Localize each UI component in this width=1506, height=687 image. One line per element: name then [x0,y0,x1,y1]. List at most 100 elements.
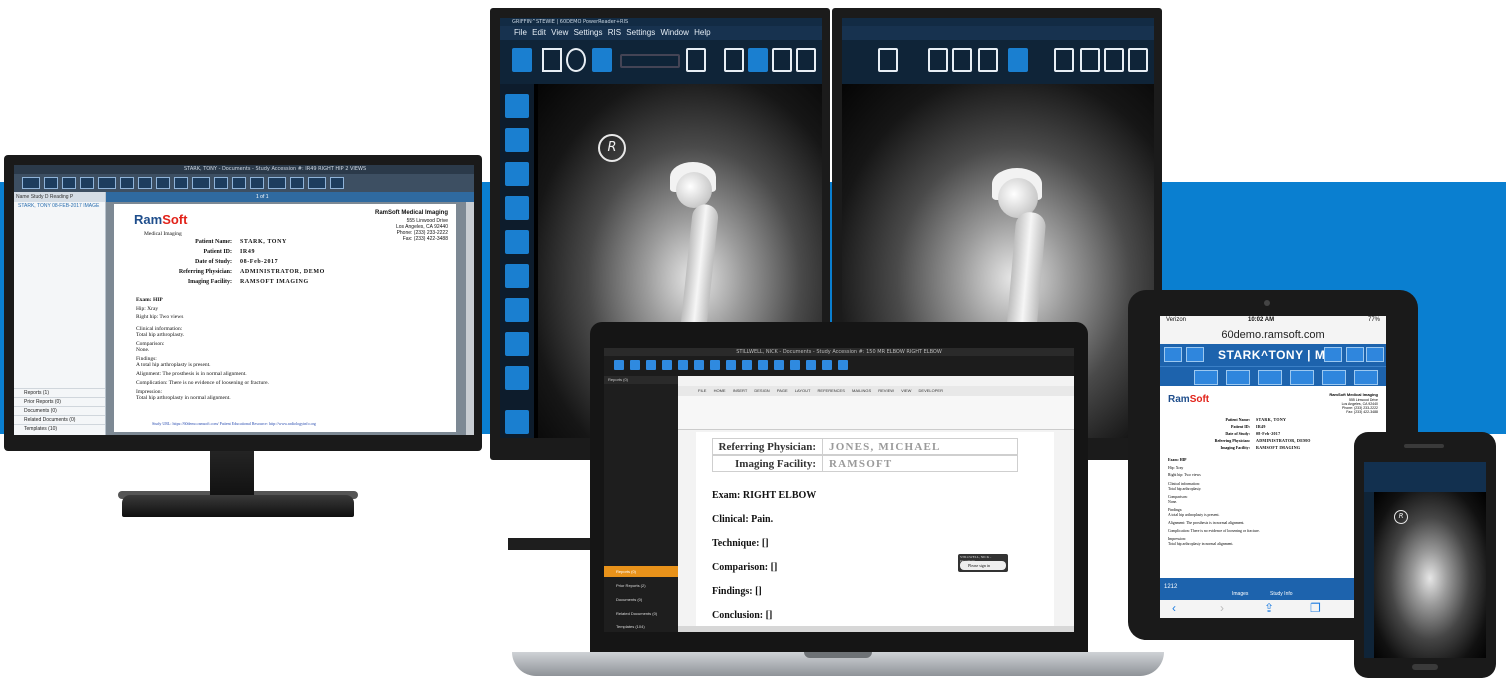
back-icon[interactable] [1186,347,1204,362]
mail-icon[interactable] [1324,347,1342,362]
scale-icon[interactable] [978,48,998,72]
study-info-tab[interactable]: Study Info [1270,591,1293,597]
phone-home-button[interactable] [1412,664,1438,670]
toolbar-button[interactable] [98,177,116,189]
angle-icon[interactable] [542,48,562,72]
menu-file[interactable]: File [514,28,527,37]
toolbar-button[interactable] [308,177,326,189]
toolbar-button[interactable] [80,177,94,189]
next-icon[interactable] [1366,347,1384,362]
toolbar-button[interactable] [250,177,264,189]
check-icon[interactable] [1104,48,1124,72]
tab-references[interactable]: REFERENCES [818,388,845,393]
toolbar-button[interactable] [192,177,210,189]
toolbar-button[interactable] [774,360,784,370]
scrollbar[interactable] [466,202,474,435]
previous-icon[interactable] [1346,347,1364,362]
contrast-icon[interactable] [1322,370,1346,385]
study-row[interactable]: STARK, TONY 08-FEB-2017 IMAGE [14,202,105,210]
bookmarks-icon[interactable]: ❐ [1310,601,1321,615]
nav-reports[interactable]: Reports (0) [604,566,678,577]
close-icon[interactable] [796,48,816,72]
back-icon[interactable] [1054,48,1074,72]
share-icon[interactable]: ⇪ [1264,601,1274,615]
toolbar-button[interactable] [138,177,152,189]
toolbar-button[interactable] [62,177,76,189]
toolbar-button[interactable] [268,177,286,189]
tab-developer[interactable]: DEVELOPER [919,388,943,393]
toolbar-button[interactable] [710,360,720,370]
layout-icon[interactable] [505,94,529,118]
toolbar-button[interactable] [120,177,134,189]
tile-layout-icon[interactable] [952,48,972,72]
menu-view[interactable]: View [551,28,568,37]
toolbar-button[interactable] [678,360,688,370]
toolbar-button[interactable] [646,360,656,370]
toolbar-button[interactable] [630,360,640,370]
nav-documents[interactable]: Documents (0) [604,594,678,605]
grid-layout-icon[interactable] [928,48,948,72]
menu-icon[interactable] [1164,347,1182,362]
menu-edit[interactable]: Edit [532,28,546,37]
menu-window[interactable]: Window [660,28,688,37]
menu-ris-settings[interactable]: RIS Settings [608,28,655,37]
toolbar-button[interactable] [156,177,170,189]
dictate-icon[interactable] [748,48,768,72]
toolbar-button[interactable] [838,360,848,370]
ruler-icon[interactable] [512,48,532,72]
tab-file[interactable]: FILE [698,388,706,393]
flip-icon[interactable] [1226,370,1250,385]
nav-prior-reports[interactable]: Prior Reports (0) [14,397,105,406]
tab-home[interactable]: HOME [714,388,726,393]
magnify-icon[interactable] [505,162,529,186]
please-sign-in-button[interactable]: Please sign in [960,561,1006,570]
toolbar-button[interactable] [726,360,736,370]
toolbar-button[interactable] [790,360,800,370]
contrast-icon[interactable] [505,298,529,322]
report-icon[interactable] [724,48,744,72]
tab-insert[interactable]: INSERT [733,388,748,393]
nav-templates[interactable]: Templates (104) [604,621,678,632]
menu-help[interactable]: Help [694,28,710,37]
tab-view[interactable]: VIEW [901,388,911,393]
nav-related-documents[interactable]: Related Documents (0) [14,415,105,424]
reset-icon[interactable] [1354,370,1378,385]
pointer-icon[interactable] [505,128,529,152]
toolbar-button[interactable] [214,177,228,189]
layout-icon[interactable] [1194,370,1218,385]
toolbar-button[interactable] [174,177,188,189]
url-bar[interactable]: 60demo.ramsoft.com [1160,326,1386,344]
expand-icon[interactable] [1290,370,1314,385]
window-level-icon[interactable] [592,48,612,72]
pan-hand-icon[interactable] [505,230,529,254]
close-icon[interactable] [1128,48,1148,72]
toolbar-button[interactable] [330,177,344,189]
toolbar-button[interactable] [758,360,768,370]
menu-settings[interactable]: Settings [574,28,603,37]
toolbar-button[interactable] [22,177,40,189]
nav-prior-reports[interactable]: Prior Reports (2) [604,580,678,591]
browser-forward-icon[interactable]: › [1220,601,1224,615]
tab-design[interactable]: DESIGN [754,388,769,393]
share-icon[interactable] [1080,48,1100,72]
close-study-icon[interactable] [686,48,706,72]
zoom-icon[interactable] [505,196,529,220]
lasso-icon[interactable] [566,48,586,72]
nav-documents[interactable]: Documents (0) [14,406,105,415]
tab-page-layout[interactable]: PAGE LAYOUT [777,388,811,393]
toolbar-button[interactable] [290,177,304,189]
document-page[interactable]: Referring Physician: JONES, MICHAEL Imag… [696,432,1054,628]
fit-icon[interactable] [505,264,529,288]
toolbar-button[interactable] [662,360,672,370]
toolbar-button[interactable] [232,177,246,189]
shrink-icon[interactable] [1258,370,1282,385]
nav-templates[interactable]: Templates (10) [14,424,105,433]
tab-review[interactable]: REVIEW [878,388,894,393]
nav-related-documents[interactable]: Related Documents (0) [604,608,678,619]
toolbar-button[interactable] [614,360,624,370]
toolbar-button[interactable] [742,360,752,370]
rx-icon[interactable] [852,48,872,72]
toolbar-button[interactable] [822,360,832,370]
next-series-icon[interactable] [505,366,529,390]
preset-dropdown[interactable] [620,54,680,68]
